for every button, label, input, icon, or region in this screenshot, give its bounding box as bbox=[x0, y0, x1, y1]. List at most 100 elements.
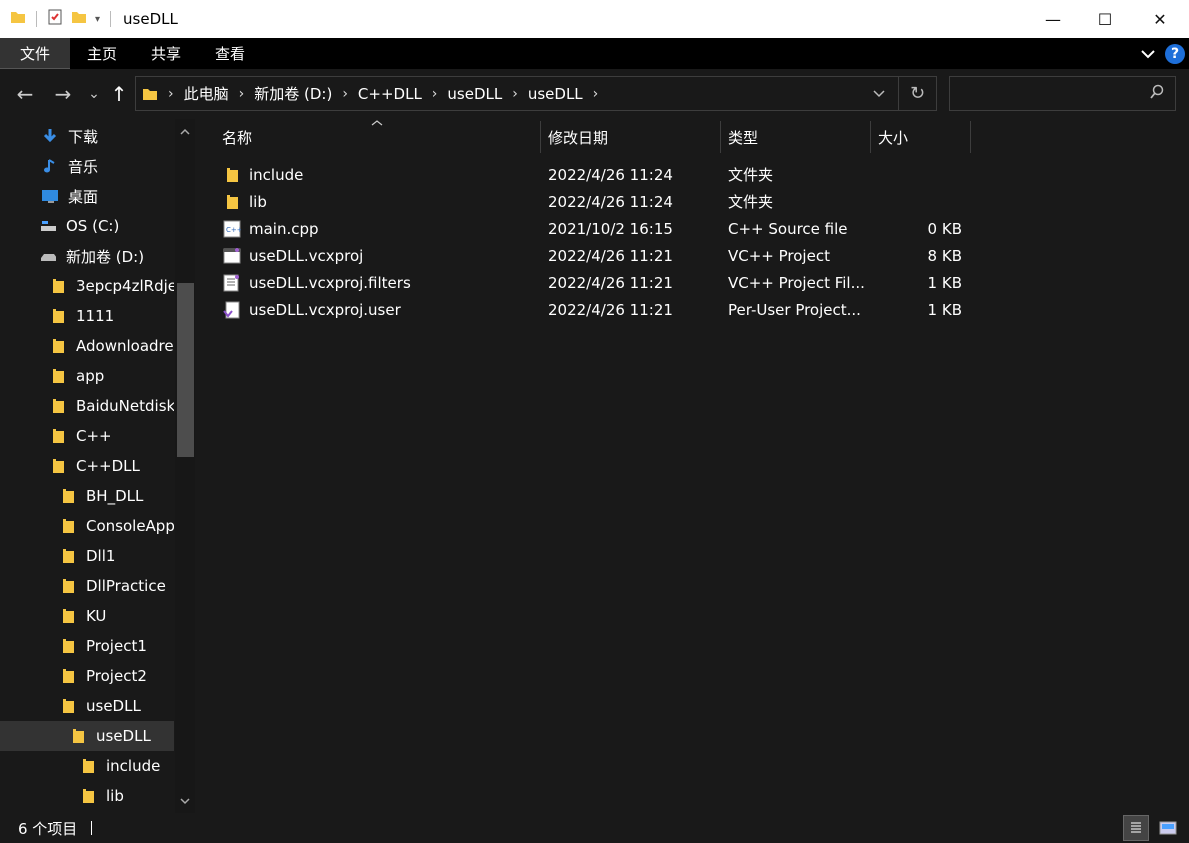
sidebar-item-label: 1111 bbox=[76, 307, 115, 325]
breadcrumb-separator[interactable]: › bbox=[432, 86, 438, 102]
column-header-date[interactable]: 修改日期 bbox=[548, 121, 608, 153]
vcxproj-file-icon bbox=[222, 246, 242, 266]
sidebar-item-folder[interactable]: ConsoleApp bbox=[0, 511, 174, 541]
help-button[interactable]: ? bbox=[1165, 43, 1185, 64]
close-button[interactable]: ✕ bbox=[1131, 0, 1189, 38]
sidebar-item-label: BH_DLL bbox=[86, 487, 144, 505]
file-row[interactable]: useDLL.vcxproj.user 2022/4/26 11:21 Per-… bbox=[198, 296, 1178, 323]
properties-icon[interactable] bbox=[47, 9, 63, 29]
file-name: useDLL.vcxproj bbox=[249, 246, 364, 265]
sidebar-item-label: Adownloadre bbox=[76, 337, 174, 355]
file-row[interactable]: useDLL.vcxproj 2022/4/26 11:21 VC++ Proj… bbox=[198, 242, 1178, 269]
breadcrumb-separator[interactable]: › bbox=[239, 86, 245, 102]
sidebar-item-folder[interactable]: 1111 bbox=[0, 301, 174, 331]
column-divider[interactable] bbox=[540, 121, 541, 153]
back-button[interactable]: ← bbox=[12, 81, 38, 107]
sidebar-item-folder[interactable]: 3epcp4zlRdje bbox=[0, 271, 174, 301]
forward-button[interactable]: → bbox=[50, 81, 76, 107]
details-view-button[interactable] bbox=[1123, 815, 1149, 841]
expand-ribbon-icon[interactable] bbox=[1141, 45, 1155, 63]
column-divider[interactable] bbox=[720, 121, 721, 153]
address-dropdown-button[interactable] bbox=[860, 77, 898, 110]
sidebar-item-folder[interactable]: BaiduNetdiskI bbox=[0, 391, 174, 421]
navigation-bar: ← → ⌄ ↑ › 此电脑 › 新加卷 (D:) › C++DLL › useD… bbox=[0, 69, 1189, 119]
file-row[interactable]: lib 2022/4/26 11:24 文件夹 bbox=[198, 188, 1178, 215]
file-size: 8 KB bbox=[927, 246, 962, 265]
recent-locations-button[interactable]: ⌄ bbox=[86, 81, 102, 107]
new-folder-icon[interactable] bbox=[71, 9, 87, 29]
sidebar-item-label: DllPractice bbox=[86, 577, 166, 595]
tab-home[interactable]: 主页 bbox=[70, 38, 134, 69]
breadcrumb-separator[interactable]: › bbox=[512, 86, 518, 102]
minimize-button[interactable]: — bbox=[1027, 0, 1079, 38]
file-name: lib bbox=[249, 192, 267, 211]
sidebar-item-os-c[interactable]: OS (C:) bbox=[0, 211, 174, 241]
column-divider[interactable] bbox=[870, 121, 871, 153]
file-row[interactable]: C++ main.cpp 2021/10/2 16:15 C++ Source … bbox=[198, 215, 1178, 242]
sidebar-item-label: useDLL bbox=[86, 697, 141, 715]
column-header-type[interactable]: 类型 bbox=[728, 121, 758, 153]
sidebar-item-folder[interactable]: BH_DLL bbox=[0, 481, 174, 511]
sidebar-item-selected-folder[interactable]: useDLL bbox=[0, 721, 174, 751]
refresh-button[interactable]: ↻ bbox=[898, 77, 936, 110]
sidebar-item-folder[interactable]: include bbox=[0, 751, 174, 781]
sidebar-item-label: KU bbox=[86, 607, 107, 625]
large-icons-view-button[interactable] bbox=[1155, 815, 1181, 841]
sidebar-item-desktop[interactable]: 桌面 bbox=[0, 181, 174, 211]
sidebar-item-folder[interactable]: DllPractice bbox=[0, 571, 174, 601]
search-input[interactable] bbox=[949, 76, 1176, 111]
breadcrumb-usedll-parent[interactable]: useDLL bbox=[447, 85, 502, 103]
folder-icon bbox=[60, 698, 76, 714]
sidebar-item-folder[interactable]: KU bbox=[0, 601, 174, 631]
sidebar-item-folder[interactable]: useDLL bbox=[0, 691, 174, 721]
column-divider[interactable] bbox=[970, 121, 971, 153]
breadcrumb-separator[interactable]: › bbox=[593, 86, 599, 102]
file-type: 文件夹 bbox=[728, 193, 774, 211]
column-header-size[interactable]: 大小 bbox=[878, 121, 908, 153]
up-button[interactable]: ↑ bbox=[108, 81, 130, 107]
file-row[interactable]: include 2022/4/26 11:24 文件夹 bbox=[198, 161, 1178, 188]
sidebar-item-folder[interactable]: lib bbox=[0, 781, 174, 811]
tab-view[interactable]: 查看 bbox=[198, 38, 262, 69]
sidebar-item-drive-d[interactable]: 新加卷 (D:) bbox=[0, 241, 174, 271]
sidebar-item-folder[interactable]: Adownloadre bbox=[0, 331, 174, 361]
sidebar-scrollbar[interactable] bbox=[175, 119, 195, 813]
file-name-cell: useDLL.vcxproj.user bbox=[222, 296, 542, 323]
sidebar-item-folder[interactable]: C++DLL bbox=[0, 451, 174, 481]
file-size bbox=[878, 188, 962, 215]
sidebar-scroll-thumb[interactable] bbox=[177, 283, 194, 457]
breadcrumb-cppdll[interactable]: C++DLL bbox=[358, 85, 422, 103]
file-name-cell: include bbox=[222, 161, 542, 188]
scroll-up-icon[interactable] bbox=[175, 122, 195, 140]
sidebar-item-folder[interactable]: C++ bbox=[0, 421, 174, 451]
breadcrumb-usedll-current[interactable]: useDLL bbox=[528, 85, 583, 103]
file-row[interactable]: useDLL.vcxproj.filters 2022/4/26 11:21 V… bbox=[198, 269, 1178, 296]
file-name-cell: C++ main.cpp bbox=[222, 215, 542, 242]
sidebar-item-folder[interactable]: app bbox=[0, 361, 174, 391]
sidebar-item-folder[interactable]: Project1 bbox=[0, 631, 174, 661]
tab-file[interactable]: 文件 bbox=[0, 38, 70, 69]
breadcrumb-drive-d[interactable]: 新加卷 (D:) bbox=[254, 83, 332, 104]
maximize-button[interactable]: ☐ bbox=[1079, 0, 1131, 38]
breadcrumb-separator[interactable]: › bbox=[342, 86, 348, 102]
sidebar-item-folder[interactable]: Project2 bbox=[0, 661, 174, 691]
customize-toolbar-icon[interactable]: ▾ bbox=[95, 14, 100, 25]
search-icon[interactable] bbox=[1149, 84, 1165, 104]
column-header-name[interactable]: 名称 bbox=[222, 121, 252, 153]
sort-ascending-icon bbox=[371, 119, 383, 130]
scroll-down-icon[interactable] bbox=[175, 792, 195, 810]
sidebar-item-downloads[interactable]: 下载 bbox=[0, 121, 174, 151]
file-type: C++ Source file bbox=[728, 219, 848, 238]
address-bar[interactable]: › 此电脑 › 新加卷 (D:) › C++DLL › useDLL › use… bbox=[135, 76, 937, 111]
file-date: 2021/10/2 16:15 bbox=[548, 219, 673, 238]
title-bar: ▾ useDLL — ☐ ✕ bbox=[0, 0, 1189, 38]
folder-icon bbox=[60, 668, 76, 684]
sidebar-item-music[interactable]: 音乐 bbox=[0, 151, 174, 181]
sidebar-item-folder[interactable]: Dll1 bbox=[0, 541, 174, 571]
breadcrumb-this-pc[interactable]: 此电脑 bbox=[184, 83, 229, 104]
folder-icon bbox=[80, 788, 96, 804]
file-size: 1 KB bbox=[927, 300, 962, 319]
sidebar-item-label: 下载 bbox=[68, 127, 99, 146]
folder-icon bbox=[60, 548, 76, 564]
tab-share[interactable]: 共享 bbox=[134, 38, 198, 69]
